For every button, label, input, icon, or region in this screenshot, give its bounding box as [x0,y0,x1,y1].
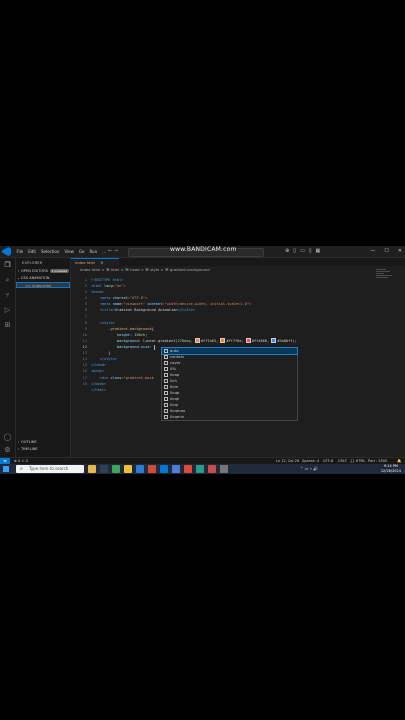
unit-icon [164,367,168,371]
html-file-icon: <> [25,284,32,288]
unit-icon [164,403,168,407]
open-editors-section[interactable]: › OPEN EDITORS 1 unsaved [16,268,70,274]
edge-browser-icon[interactable] [112,465,120,473]
app-icon[interactable] [220,465,228,473]
value-icon [164,355,168,359]
suggestion-widget: auto contain cover 0% 0cap 0ch 0cm 0cqb … [161,347,298,421]
source-control-icon[interactable]: ⑂ [3,291,12,300]
store-icon[interactable] [136,465,144,473]
menu-run[interactable]: Run [87,246,100,257]
bandicam-icon[interactable] [208,465,216,473]
close-window-icon[interactable]: ✕ [398,246,402,257]
app-icon[interactable] [172,465,180,473]
value-icon [164,349,168,353]
menu-edit[interactable]: Edit [26,246,39,257]
file-explorer-icon[interactable] [124,465,132,473]
vertical-scrollbar[interactable] [399,268,403,457]
vscode-logo-icon [2,247,11,256]
unsaved-badge: 1 unsaved [50,269,69,273]
task-view-icon[interactable] [100,465,108,473]
layout-controls: ⊕ ▯ ▭ ▯ ▦ [285,246,320,257]
unit-icon [164,415,168,419]
menu-selection[interactable]: Selection [38,246,61,257]
account-icon[interactable]: ◯ [3,433,12,442]
clock[interactable]: 9:14 PM 12/26/2024 [381,464,401,474]
close-tab-icon[interactable]: ✕ [100,260,103,265]
unit-icon [164,397,168,401]
explorer-title: EXPLORER [22,261,43,265]
unit-icon [164,373,168,377]
breadcrumb[interactable]: index.html > ⌘ html > ⌘ head > ⌘ style >… [80,267,210,272]
vscode-taskbar-icon[interactable] [160,465,168,473]
unit-icon [164,409,168,413]
maximize-icon[interactable]: ☐ [384,246,388,257]
text-cursor [153,344,155,350]
search-icon[interactable]: ⌕ [3,276,12,285]
title-bar: File Edit Selection View Go Run … ← → ww… [0,246,405,258]
status-bar: ⇆ ⊗ 0 ⚠ 0 Ln 12, Col 26 Spaces: 4 UTF-8 … [0,457,405,464]
editor-tabs: index.html ✕ [71,258,405,266]
search-icon: ⌕ [20,466,23,472]
menu-bar: File Edit Selection View Go Run … [14,246,109,257]
mail-icon[interactable] [148,465,156,473]
app-icon[interactable] [196,465,204,473]
unit-icon [164,391,168,395]
taskbar-search-box[interactable]: ⌕ Type here to search [16,465,84,473]
line-number: 18 [82,381,87,386]
line-number-gutter: 1 2 3 4 5 6 7 8 9 10 11 12 13 14 15 16 1… [71,277,87,387]
forward-arrow-icon[interactable]: → [114,248,118,254]
taskbar-apps [88,465,228,473]
menu-view[interactable]: View [62,246,77,257]
explorer-sidebar: EXPLORER › OPEN EDITORS 1 unsaved ⌄CSS ANI… [16,258,71,457]
customize-layout-icon[interactable]: ▦ [315,246,320,257]
toggle-sidebar-icon[interactable]: ▯ [293,246,296,257]
menu-go[interactable]: Go [76,246,87,257]
chrome-icon[interactable] [184,465,192,473]
windows-start-icon[interactable] [3,466,9,472]
folder-section[interactable]: ⌄CSS ANIMATION [16,275,70,281]
explorer-icon[interactable]: ❐ [3,261,12,270]
window-controls: — ☐ ✕ [370,246,402,257]
outline-section[interactable]: › OUTLINE [16,439,70,445]
color-swatch[interactable] [220,338,226,344]
tab-index-html[interactable]: index.html ✕ [71,258,119,266]
toggle-secondary-sidebar-icon[interactable]: ▯ [309,246,312,257]
timeline-section[interactable]: › TIMELINE [16,446,70,452]
file-index-html[interactable]: <> index.html [16,282,70,288]
value-icon [164,361,168,365]
minimize-icon[interactable]: — [370,246,375,257]
bandicam-watermark: www.BANDICAM.com [170,246,237,253]
color-swatch[interactable] [271,338,277,344]
extensions-icon[interactable]: ⊞ [3,321,12,330]
weather-widget-icon[interactable] [88,465,96,473]
unit-icon [164,379,168,383]
copilot-icon[interactable]: ⊕ [285,246,289,257]
minimap[interactable] [376,268,396,288]
vscode-window: File Edit Selection View Go Run … ← → ww… [0,246,405,474]
suggestion-item[interactable]: 0cqmin [162,414,297,420]
settings-gear-icon[interactable]: ⚙ [3,446,12,455]
toggle-panel-icon[interactable]: ▭ [300,246,305,257]
color-swatch[interactable] [245,338,251,344]
activity-bar: ❐ ⌕ ⑂ ▷ ⊞ ◯ ⚙ [0,258,16,457]
menu-file[interactable]: File [14,246,26,257]
nav-arrows: ← → [108,246,118,257]
system-tray-icons[interactable]: ⌃ ▭ ⌁ 🔊 [300,464,318,474]
color-swatch[interactable] [194,338,200,344]
back-arrow-icon[interactable]: ← [108,248,112,254]
unit-icon [164,385,168,389]
run-debug-icon[interactable]: ▷ [3,306,12,315]
windows-taskbar: ⌕ Type here to search ⌃ ▭ ⌁ 🔊 9:14 PM 12… [0,464,405,474]
